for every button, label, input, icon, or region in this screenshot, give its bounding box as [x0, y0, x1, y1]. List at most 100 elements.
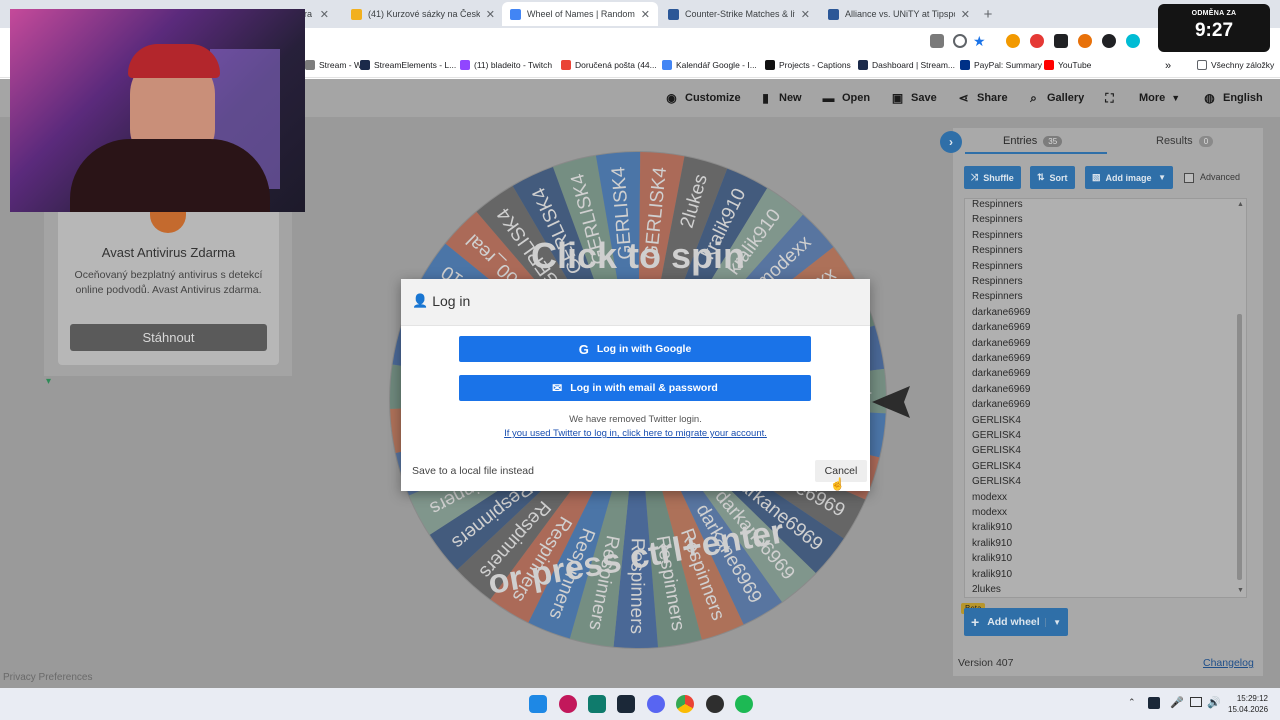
- entries-scrollbar[interactable]: [1237, 314, 1242, 580]
- clock[interactable]: 15:29:12 15.04.2026: [1228, 693, 1268, 715]
- share-button[interactable]: ⋖ Share: [957, 79, 1007, 117]
- tab-entries[interactable]: Entries 35: [1003, 135, 1063, 147]
- login-dialog-title: 👤 Log in: [412, 293, 471, 309]
- twitter-migrate-link[interactable]: If you used Twitter to log in, click her…: [401, 428, 870, 439]
- entry-line: kralik910: [972, 553, 1013, 565]
- translate-icon[interactable]: [930, 34, 944, 48]
- tray-steam-icon[interactable]: [1148, 697, 1160, 709]
- ad-choices-icon[interactable]: ▾: [46, 376, 51, 387]
- close-tab-icon[interactable]: ✕: [314, 8, 329, 21]
- bookmark-item[interactable]: Kalendář Google - I...: [662, 60, 757, 70]
- microphone-icon[interactable]: 🎤: [1170, 696, 1184, 709]
- entry-line: Respinners: [972, 291, 1023, 303]
- bookmark-star-icon[interactable]: ★: [973, 34, 987, 48]
- customize-button[interactable]: ◉ Customize: [665, 79, 740, 117]
- new-tab-button[interactable]: +: [980, 6, 996, 23]
- network-icon[interactable]: [1190, 697, 1202, 707]
- tab-favicon-icon: [828, 8, 839, 20]
- zoom-icon[interactable]: [953, 34, 967, 48]
- login-google-button[interactable]: G Log in with Google: [459, 336, 811, 362]
- pin-app-icon[interactable]: [559, 695, 577, 713]
- caret-down-icon[interactable]: ▼: [1045, 617, 1061, 627]
- bookmark-item[interactable]: Dashboard | Stream...: [858, 60, 955, 70]
- scroll-down-icon[interactable]: ▼: [1237, 587, 1244, 594]
- entry-line: modexx: [972, 491, 1008, 503]
- tab-favicon-icon: [668, 8, 679, 20]
- entry-line: Respinners: [972, 260, 1023, 272]
- folder-icon: [1197, 60, 1207, 70]
- bookmark-item[interactable]: Projects - Captions: [765, 60, 851, 70]
- volume-icon[interactable]: 🔊: [1207, 696, 1221, 709]
- entry-line: Respinners: [972, 214, 1023, 226]
- close-tab-icon[interactable]: ✕: [795, 8, 810, 21]
- sort-button[interactable]: ⇅ Sort: [1030, 166, 1075, 189]
- entry-line: Respinners: [972, 245, 1023, 257]
- tray-overflow-icon[interactable]: ⌃: [1128, 697, 1136, 708]
- privacy-preferences-link[interactable]: Privacy Preferences: [3, 672, 92, 683]
- browser-tab[interactable]: Wheel of Names | Random nam✕: [502, 2, 658, 26]
- chrome-icon[interactable]: [676, 695, 694, 713]
- browser-tab[interactable]: Counter-Strike Matches & lives✕: [660, 2, 818, 26]
- collapse-panel-button[interactable]: ›: [940, 131, 962, 153]
- bookmark-item[interactable]: StreamElements - L...: [360, 60, 456, 70]
- discord-icon[interactable]: [647, 695, 665, 713]
- search-icon: ⌕: [1030, 90, 1037, 105]
- more-menu[interactable]: More ▼: [1139, 79, 1180, 117]
- close-tab-icon[interactable]: ✕: [635, 8, 650, 21]
- steam-icon[interactable]: [617, 695, 635, 713]
- bookmarks-overflow-button[interactable]: »: [1165, 60, 1171, 72]
- add-wheel-button[interactable]: + Add wheel ▼: [964, 608, 1068, 636]
- extension-icon[interactable]: [1102, 34, 1116, 48]
- ad-text: Oceňovaný bezplatný antivirus s detekcí …: [74, 269, 263, 296]
- close-tab-icon[interactable]: ✕: [480, 8, 495, 21]
- timer-value: 9:27: [1194, 20, 1234, 41]
- language-selector[interactable]: ◍ English: [1203, 79, 1262, 117]
- save-button[interactable]: ▣ Save: [891, 79, 937, 117]
- image-icon: ▧: [1092, 172, 1101, 182]
- save-local-file-button[interactable]: Save to a local file instead: [412, 465, 534, 477]
- extension-icon[interactable]: [1006, 34, 1020, 48]
- bookmark-item[interactable]: (11) bladeito - Twitch: [460, 60, 552, 70]
- tab-favicon-icon: [510, 8, 521, 20]
- shuffle-button[interactable]: ⤨ Shuffle: [964, 166, 1021, 189]
- bookmark-item[interactable]: PayPal: Summary: [960, 60, 1042, 70]
- browser-tab[interactable]: Alliance vs. UNiTY at Tipsport C✕: [820, 2, 978, 26]
- entry-line: kralik910: [972, 522, 1013, 534]
- start-icon[interactable]: [529, 695, 547, 713]
- entry-line: kralik910: [972, 537, 1013, 549]
- login-email-button[interactable]: ✉ Log in with email & password: [459, 375, 811, 401]
- bookmark-item[interactable]: Doručená pošta (44...: [561, 60, 657, 70]
- obs-icon[interactable]: [706, 695, 724, 713]
- bookmark-favicon-icon: [561, 60, 571, 70]
- gallery-button[interactable]: ⌕ Gallery: [1027, 79, 1084, 117]
- entry-line: Respinners: [972, 229, 1023, 241]
- expand-icon: ⛶: [1105, 90, 1114, 105]
- tab-results[interactable]: Results 0: [1156, 135, 1214, 147]
- floppy-icon: ▣: [891, 90, 904, 105]
- ad-download-button[interactable]: Stáhnout: [70, 324, 267, 351]
- entry-line: darkane6969: [972, 368, 1031, 380]
- entry-line: 2lukes: [972, 584, 1001, 595]
- tab-title: Wheel of Names | Random nam: [527, 9, 635, 19]
- tab-title: Counter-Strike Matches & lives: [685, 9, 795, 19]
- spotify-icon[interactable]: [735, 695, 753, 713]
- version-label: Version 407: [958, 657, 1014, 669]
- add-image-button[interactable]: ▧ Add image ▼: [1085, 166, 1173, 189]
- extension-icon[interactable]: [1126, 34, 1140, 48]
- advanced-checkbox[interactable]: [1184, 173, 1194, 183]
- all-bookmarks-folder[interactable]: Všechny záložky: [1197, 60, 1274, 70]
- changelog-link[interactable]: Changelog: [1203, 657, 1254, 669]
- extension-icon[interactable]: [1078, 34, 1092, 48]
- reward-timer: ODMĚNA ZA 9:27: [1158, 4, 1270, 52]
- bookmark-item[interactable]: YouTube: [1044, 60, 1091, 70]
- entry-line: darkane6969: [972, 337, 1031, 349]
- scroll-up-icon[interactable]: ▲: [1237, 201, 1244, 208]
- fullscreen-button[interactable]: ⛶: [1103, 79, 1123, 117]
- open-button[interactable]: ▬ Open: [822, 79, 871, 117]
- new-button[interactable]: ▮ New: [759, 79, 801, 117]
- browser-tab[interactable]: (41) Kurzové sázky na Česká Tip✕: [343, 2, 503, 26]
- xbox-app-icon[interactable]: [588, 695, 606, 713]
- extension-icon[interactable]: [1030, 34, 1044, 48]
- extension-icon[interactable]: [1054, 34, 1068, 48]
- close-tab-icon[interactable]: ✕: [955, 8, 970, 21]
